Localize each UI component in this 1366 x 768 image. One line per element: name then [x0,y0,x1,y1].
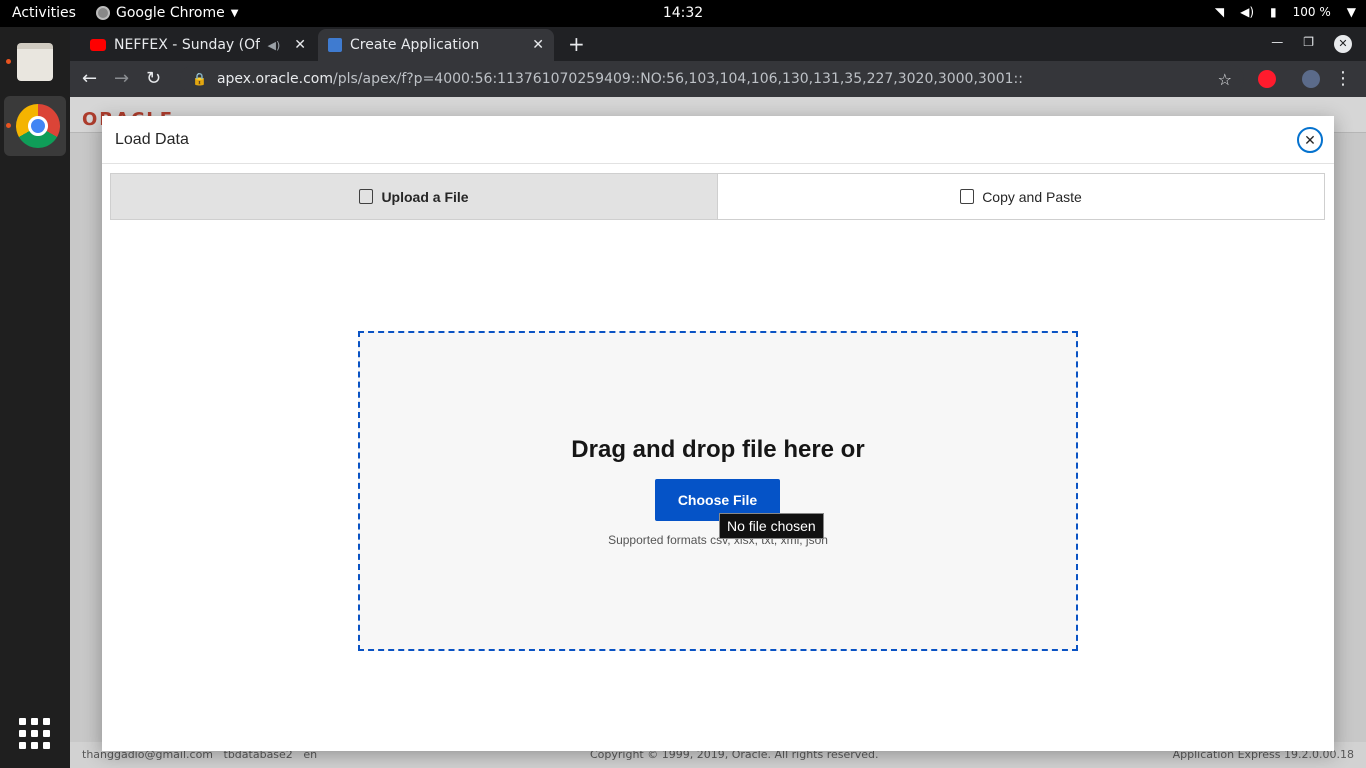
browser-tab-youtube[interactable]: NEFFEX - Sunday (Offi ◀) ✕ [80,29,316,61]
url-path: /pls/apex/f?p=4000:56:113761070259409::N… [332,71,1023,87]
dock-chrome[interactable] [4,96,66,156]
dialog-title: Load Data [115,131,189,148]
apex-icon [328,38,342,52]
menu-dots-icon[interactable]: ⋮ [1334,68,1352,89]
dock [0,27,70,768]
browser-tab-create-application[interactable]: Create Application ✕ [318,29,554,61]
dropzone-heading: Drag and drop file here or [571,436,865,463]
bookmark-star-icon[interactable]: ☆ [1218,70,1232,89]
tab-title: NEFFEX - Sunday (Offi [114,37,260,53]
battery-percent: 100 % [1292,5,1331,19]
system-tray[interactable]: ◥ ◀) ▮ 100 % ▼ [1215,5,1356,19]
running-indicator [6,123,11,128]
tab-strip: NEFFEX - Sunday (Offi ◀) ✕ Create Applic… [70,27,1366,61]
lock-icon[interactable]: 🔒 [192,72,207,86]
tab-label: Copy and Paste [982,188,1082,205]
chrome-icon [16,104,60,148]
dialog-header: Load Data ✕ [102,116,1334,164]
battery-icon: ▮ [1270,5,1277,19]
show-applications-icon[interactable] [19,718,51,750]
new-tab-icon[interactable]: + [568,32,585,56]
running-indicator [6,59,11,64]
close-window-icon[interactable]: ✕ [1334,35,1352,53]
maximize-icon[interactable]: ❐ [1303,35,1314,53]
dock-files[interactable] [4,32,66,92]
opera-extension-icon[interactable] [1258,70,1276,88]
forward-icon[interactable]: → [114,68,129,89]
address-bar[interactable]: 🔒 apex.oracle.com/pls/apex/f?p=4000:56:1… [180,65,1244,93]
profile-avatar[interactable] [1302,70,1320,88]
reload-icon[interactable]: ↻ [146,68,161,89]
clipboard-icon [960,189,975,204]
volume-icon: ◀) [1240,5,1255,19]
window-controls: — ❐ ✕ [1271,35,1352,53]
browser-toolbar: ← → ↻ 🔒 apex.oracle.com/pls/apex/f?p=400… [70,61,1366,97]
load-method-tabs: Upload a File Copy and Paste [110,173,1325,220]
close-dialog-icon[interactable]: ✕ [1297,127,1323,153]
system-top-bar: Activities Google Chrome ▼ 14:32 ◥ ◀) ▮ … [0,0,1366,27]
tab-copy-paste[interactable]: Copy and Paste [718,174,1324,219]
supported-formats: Supported formats csv, xlsx, txt, xml, j… [608,533,828,547]
back-icon[interactable]: ← [82,68,97,89]
tab-label: Upload a File [381,188,469,205]
close-tab-icon[interactable]: ✕ [532,37,544,53]
tab-upload-file[interactable]: Upload a File [111,174,718,219]
file-tooltip: No file chosen [719,513,824,539]
tab-title: Create Application [350,37,480,53]
close-tab-icon[interactable]: ✕ [294,37,306,53]
audio-icon[interactable]: ◀) [268,39,281,52]
file-dropzone[interactable]: Drag and drop file here or Choose File S… [358,331,1078,651]
upload-file-icon [359,189,374,204]
url-host: apex.oracle.com [216,71,333,87]
chevron-down-icon: ▼ [1346,5,1356,19]
folder-icon [17,43,53,81]
clock[interactable]: 14:32 [0,5,1366,21]
youtube-icon [90,39,106,51]
minimize-icon[interactable]: — [1271,35,1283,53]
wifi-icon: ◥ [1214,5,1225,19]
load-data-dialog: Load Data ✕ Upload a File Copy and Paste… [102,116,1334,751]
